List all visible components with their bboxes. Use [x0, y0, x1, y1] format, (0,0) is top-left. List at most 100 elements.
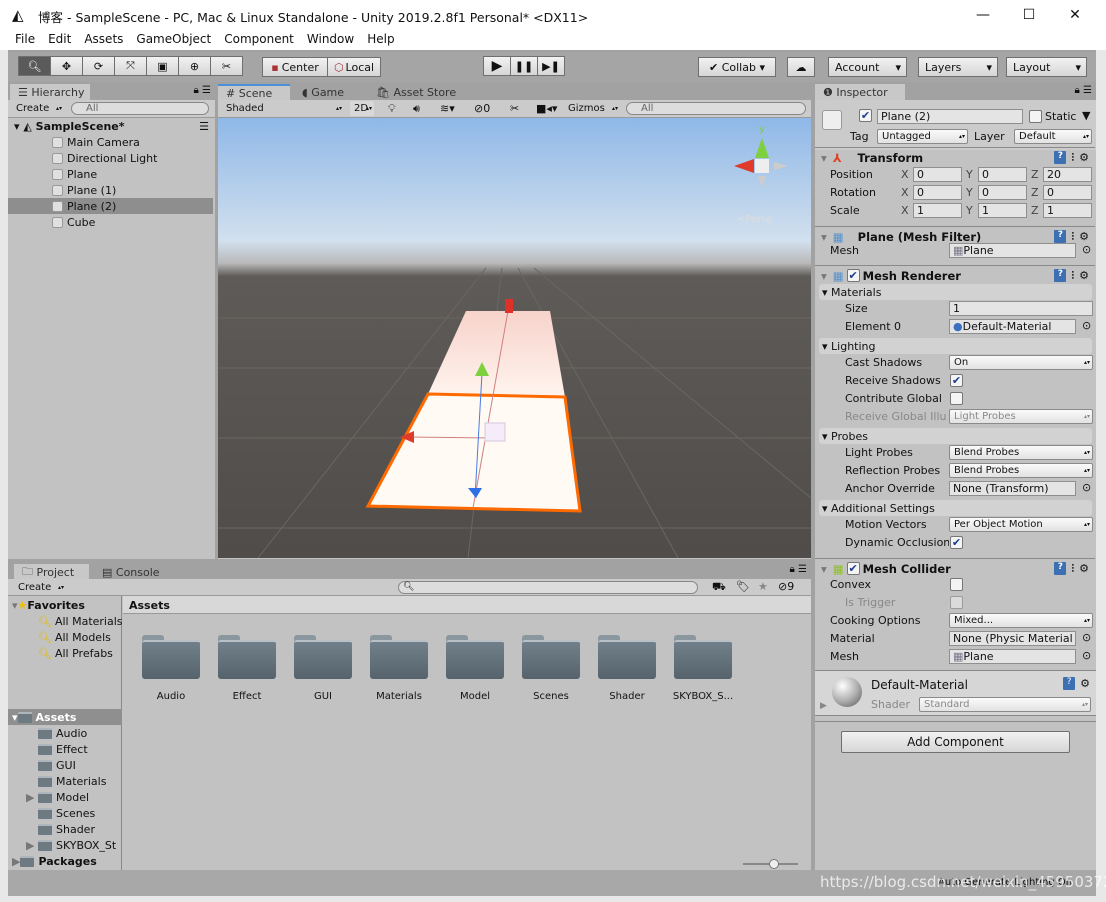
scene-search-input[interactable]: All — [626, 102, 806, 115]
collab-button[interactable]: ✔ Collab ▾ — [698, 57, 776, 77]
cast-shadows-dropdown[interactable]: On — [949, 355, 1093, 370]
transform-header[interactable]: ▾ ⅄ Transform ? ⫶ ⚙ — [815, 147, 1095, 167]
account-dropdown[interactable]: Account ▾ — [828, 57, 907, 77]
cube-object[interactable] — [484, 422, 506, 442]
transform-z-input[interactable]: 0 — [1043, 185, 1092, 200]
asset-folder-item[interactable]: ▶ SKYBOX_St — [26, 837, 116, 853]
asset-folder-tile[interactable] — [522, 635, 580, 679]
asset-folder-tile[interactable] — [446, 635, 504, 679]
anchor-override-field[interactable]: None (Transform) — [949, 481, 1076, 496]
scene-root[interactable]: ▾ ◭ SampleScene* ☰ — [8, 118, 213, 134]
audio-icon[interactable]: 🔊︎ — [413, 102, 420, 116]
menu-help[interactable]: Help — [367, 32, 394, 50]
custom-tool-button[interactable]: ✂ — [210, 56, 243, 76]
create-dropdown[interactable]: Create — [14, 580, 66, 595]
scene-viewport[interactable]: y <Persp — [218, 118, 811, 558]
search-by-label-icon[interactable]: 🏷︎ — [736, 580, 750, 593]
asset-folder-item[interactable]: Effect — [38, 741, 88, 757]
probes-foldout[interactable]: ▾ Probes — [819, 428, 1092, 444]
menu-gameobject[interactable]: GameObject — [136, 32, 211, 50]
transform-x-input[interactable]: 0 — [913, 185, 962, 200]
transform-tool-button[interactable]: ⊕ — [178, 56, 211, 76]
cooking-options-dropdown[interactable]: Mixed... — [949, 613, 1093, 628]
preset-icon[interactable]: ⫶ — [1071, 562, 1074, 576]
slider-thumb[interactable] — [769, 859, 779, 869]
asset-folder-item[interactable]: ▶ Model — [26, 789, 89, 805]
directional-light-gizmo[interactable] — [505, 299, 513, 313]
preset-icon[interactable]: ⫶ — [1071, 269, 1074, 283]
element-field[interactable]: ● Default-Material — [949, 319, 1076, 334]
help-book-icon[interactable]: ? — [1063, 677, 1076, 690]
hierarchy-item[interactable]: Plane (2) — [8, 198, 213, 214]
active-checkbox[interactable]: ✔ — [859, 109, 872, 122]
camera-icon[interactable]: ■◂▾ — [536, 102, 557, 115]
effects-icon[interactable]: ≋▾ — [440, 102, 455, 115]
gizmos-dropdown[interactable]: Gizmos — [564, 101, 620, 116]
light-probes-dropdown[interactable]: Blend Probes — [949, 445, 1093, 460]
object-picker-icon[interactable]: ⊙ — [1082, 243, 1091, 256]
lock-menu-icon[interactable]: 🔒︎ ☰ — [790, 564, 807, 575]
shading-dropdown[interactable]: Shaded — [222, 101, 344, 116]
tab-hierarchy[interactable]: ☰ Hierarchy — [10, 84, 90, 100]
collider-mesh-field[interactable]: ▦ Plane — [949, 649, 1076, 664]
lock-menu-icon[interactable]: 🔒︎ ☰ — [194, 85, 211, 96]
transform-y-input[interactable]: 0 — [978, 167, 1027, 182]
transform-z-input[interactable]: 1 — [1043, 203, 1092, 218]
projection-label[interactable]: <Persp — [737, 214, 773, 225]
object-picker-icon[interactable]: ⊙ — [1082, 649, 1091, 662]
menu-assets[interactable]: Assets — [84, 32, 123, 50]
minimize-button[interactable]: — — [960, 0, 1006, 30]
asset-folder-item[interactable]: Shader — [38, 821, 95, 837]
gameobject-cube-icon[interactable] — [822, 110, 842, 130]
menu-component[interactable]: Component — [224, 32, 294, 50]
hidden-packages-icon[interactable]: ⊘9 — [778, 580, 794, 593]
asset-folder-tile[interactable] — [294, 635, 352, 679]
tab-console[interactable]: ▤ Console — [94, 564, 168, 580]
object-picker-icon[interactable]: ⊙ — [1082, 481, 1091, 494]
physic-material-field[interactable]: None (Physic Material — [949, 631, 1076, 646]
move-tool-button[interactable]: ✥ — [50, 56, 83, 76]
materials-foldout[interactable]: ▾ Materials — [819, 284, 1092, 300]
transform-x-input[interactable]: 1 — [913, 203, 962, 218]
add-component-button[interactable]: Add Component — [841, 731, 1070, 753]
tab-asset-store[interactable]: 🛍︎ Asset Store — [368, 84, 464, 100]
help-book-icon[interactable]: ? — [1054, 268, 1067, 282]
scene-menu-icon[interactable]: ☰ — [199, 120, 209, 133]
assets-node[interactable]: ▾ Assets — [8, 709, 122, 725]
2d-toggle[interactable]: 2D — [350, 101, 374, 116]
preset-icon[interactable]: ⫶ — [1071, 230, 1074, 244]
mesh-field[interactable]: ▦ Plane — [949, 243, 1076, 258]
asset-folder-item[interactable]: Materials — [38, 773, 106, 789]
cloud-button[interactable]: ☁ — [787, 57, 815, 77]
contribute-gi-checkbox[interactable] — [950, 392, 963, 405]
packages-node[interactable]: ▶ Packages — [12, 853, 97, 869]
asset-folder-tile[interactable] — [674, 635, 732, 679]
asset-folder-tile[interactable] — [598, 635, 656, 679]
layer-dropdown[interactable]: Default — [1014, 129, 1092, 144]
favorite-item[interactable]: 🔍︎ All Prefabs — [38, 645, 113, 661]
step-button[interactable]: ▶❚ — [537, 56, 565, 76]
asset-folder-item[interactable]: GUI — [38, 757, 76, 773]
dynamic-occlusion-checkbox[interactable]: ✔ — [950, 536, 963, 549]
zoom-slider[interactable] — [743, 859, 798, 869]
layout-dropdown[interactable]: Layout ▾ — [1006, 57, 1087, 77]
enabled-checkbox[interactable]: ✔ — [846, 562, 860, 575]
size-input[interactable]: 1 — [949, 301, 1093, 316]
static-dropdown-arrow[interactable]: ▼ — [1082, 109, 1090, 122]
gear-icon[interactable]: ⚙ — [1079, 230, 1089, 244]
motion-vectors-dropdown[interactable]: Per Object Motion — [949, 517, 1093, 532]
project-search-input[interactable]: 🔍︎ — [398, 581, 698, 594]
pivot-local-button[interactable]: ⬡ Local — [327, 57, 381, 77]
object-picker-icon[interactable]: ⊙ — [1082, 319, 1091, 332]
gear-icon[interactable]: ⚙ — [1080, 677, 1090, 690]
menu-window[interactable]: Window — [307, 32, 354, 50]
gear-icon[interactable]: ⚙ — [1079, 151, 1089, 165]
pivot-center-button[interactable]: ▪ Center — [262, 57, 328, 77]
receive-shadows-checkbox[interactable]: ✔ — [950, 374, 963, 387]
hidden-objects-icon[interactable]: ⊘0 — [474, 102, 490, 115]
hierarchy-item[interactable]: Plane — [8, 166, 213, 182]
help-book-icon[interactable]: ? — [1054, 229, 1067, 243]
hierarchy-item[interactable]: Cube — [8, 214, 213, 230]
scale-tool-button[interactable]: ⤧ — [114, 56, 147, 76]
additional-settings-foldout[interactable]: ▾ Additional Settings — [819, 500, 1092, 516]
